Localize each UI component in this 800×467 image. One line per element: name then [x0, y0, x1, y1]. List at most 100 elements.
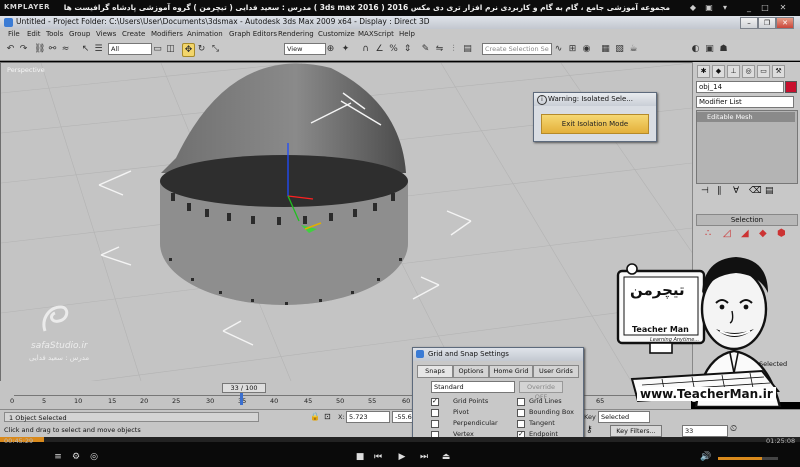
menu-create[interactable]: Create — [122, 30, 145, 38]
select-by-name-icon[interactable]: ☰ — [93, 43, 104, 55]
quick-render-icon[interactable]: ☕ — [628, 43, 639, 55]
align-icon[interactable]: ⫶ — [448, 43, 459, 55]
rect-selection-icon[interactable]: ▭ — [152, 43, 163, 55]
undo-icon[interactable]: ↶ — [5, 43, 16, 55]
seek-bar[interactable] — [0, 437, 800, 442]
stack-item-editable-mesh[interactable]: Editable Mesh — [697, 112, 795, 122]
menu-file[interactable]: File — [8, 30, 20, 38]
percent-snap-icon[interactable]: % — [388, 43, 399, 55]
select-object-icon[interactable]: ↖ — [80, 43, 91, 55]
grid-lines-checkbox[interactable] — [517, 398, 525, 406]
warning-dialog-titlebar[interactable]: i Warning: Isolated Sele... — [534, 93, 656, 106]
key-mode-select[interactable]: Selected — [598, 411, 650, 423]
reference-coordinate-select[interactable]: View — [284, 43, 326, 55]
snaps-toggle-icon[interactable]: ∩ — [360, 43, 371, 55]
select-rotate-icon[interactable]: ↻ — [196, 43, 207, 55]
curve-editor-icon[interactable]: ∿ — [553, 43, 564, 55]
modify-tab-icon[interactable]: ◆ — [712, 65, 725, 78]
material-editor-icon[interactable]: ◉ — [581, 43, 592, 55]
player-next-icon[interactable]: ⏭ — [418, 452, 430, 462]
tangent-checkbox[interactable] — [517, 420, 525, 428]
player-menu-icon[interactable]: ▾ — [720, 3, 730, 12]
render-frame-window-icon[interactable]: ▣ — [704, 43, 715, 55]
override-button[interactable]: Override OFF — [519, 381, 563, 401]
menu-group[interactable]: Group — [69, 30, 90, 38]
tab-snaps[interactable]: Snaps — [417, 365, 453, 378]
player-3d-icon[interactable]: ◎ — [88, 452, 100, 462]
player-settings-icon[interactable]: ⚙ — [70, 452, 82, 462]
polygon-subobject-icon[interactable]: ◆ — [759, 228, 767, 239]
key-filters-button[interactable]: Key Filters... — [610, 425, 662, 437]
selection-rollout-header[interactable]: Selection — [696, 214, 798, 226]
activeshade-icon[interactable]: ☗ — [718, 43, 729, 55]
perpendicular-checkbox[interactable] — [431, 420, 439, 428]
x-coordinate-input[interactable]: 5.723 — [346, 411, 390, 423]
create-tab-icon[interactable]: ✱ — [697, 65, 710, 78]
app-close-button[interactable]: ✕ — [776, 17, 794, 29]
redo-icon[interactable]: ↷ — [18, 43, 29, 55]
spinner-snap-icon[interactable]: ⇕ — [402, 43, 413, 55]
modifier-list-select[interactable]: Modifier List — [696, 96, 794, 108]
bounding-box-checkbox[interactable] — [517, 409, 525, 417]
object-name-input[interactable]: obj_14 — [696, 81, 784, 93]
motion-tab-icon[interactable]: ◎ — [742, 65, 755, 78]
menu-animation[interactable]: Animation — [187, 30, 223, 38]
player-play-icon[interactable]: ▶ — [396, 452, 408, 462]
time-config-icon[interactable]: ⏲ — [730, 424, 737, 434]
player-skin-icon[interactable]: ◆ — [688, 3, 698, 12]
tab-user-grids[interactable]: User Grids — [533, 365, 579, 378]
app-minimize-button[interactable]: – — [740, 17, 758, 29]
unlink-icon[interactable]: ⚯ — [47, 43, 58, 55]
menu-customize[interactable]: Customize — [318, 30, 355, 38]
remove-modifier-icon[interactable]: ⌫ — [749, 186, 762, 196]
player-pin-icon[interactable]: ▣ — [704, 3, 714, 12]
link-icon[interactable]: ⛓ — [34, 43, 45, 55]
menu-help[interactable]: Help — [399, 30, 415, 38]
snap-preset-select[interactable]: Standard — [431, 381, 515, 393]
player-minimize-button[interactable]: _ — [744, 3, 754, 12]
pivot-center-icon[interactable]: ⊕ — [325, 43, 336, 55]
viewport-label[interactable]: Perspective — [7, 66, 45, 74]
menu-views[interactable]: Views — [96, 30, 116, 38]
named-selection-set-input[interactable]: Create Selection Se — [482, 43, 552, 55]
manipulate-icon[interactable]: ✦ — [340, 43, 351, 55]
menu-tools[interactable]: Tools — [46, 30, 63, 38]
menu-rendering[interactable]: Rendering — [278, 30, 314, 38]
menu-maxscript[interactable]: MAXScript — [358, 30, 394, 38]
player-maximize-button[interactable]: □ — [760, 3, 770, 12]
display-tab-icon[interactable]: ▭ — [757, 65, 770, 78]
player-playlist-icon[interactable]: ≡ — [52, 452, 64, 462]
mirror-icon[interactable]: ⇋ — [434, 43, 445, 55]
utilities-tab-icon[interactable]: ⚒ — [772, 65, 785, 78]
tab-home-grid[interactable]: Home Grid — [489, 365, 533, 378]
make-unique-icon[interactable]: ∀ — [733, 186, 739, 196]
hierarchy-tab-icon[interactable]: ⊥ — [727, 65, 740, 78]
tab-options[interactable]: Options — [453, 365, 489, 378]
pin-stack-icon[interactable]: ⊣ — [701, 186, 709, 196]
player-stop-icon[interactable]: ■ — [354, 452, 366, 462]
player-volume-icon[interactable]: 🔊 — [700, 452, 712, 462]
face-subobject-icon[interactable]: ◢ — [741, 228, 749, 239]
object-color-swatch[interactable] — [785, 81, 797, 93]
bind-spacewarp-icon[interactable]: ≈ — [60, 43, 71, 55]
exit-isolation-button[interactable]: Exit Isolation Mode — [541, 114, 649, 134]
lock-selection-icon[interactable]: 🔒 — [310, 412, 320, 421]
player-close-button[interactable]: ✕ — [778, 3, 788, 12]
schematic-view-icon[interactable]: ⊞ — [567, 43, 578, 55]
grid-points-checkbox[interactable]: ✓ — [431, 397, 439, 406]
absolute-mode-icon[interactable]: ⊡ — [324, 412, 331, 421]
selection-filter-select[interactable]: All — [108, 43, 152, 55]
select-scale-icon[interactable]: ⤡ — [210, 43, 221, 55]
edge-subobject-icon[interactable]: ◿ — [723, 228, 731, 239]
time-slider[interactable]: 33 / 100 — [222, 383, 266, 393]
environment-icon[interactable]: ◐ — [690, 43, 701, 55]
current-frame-input[interactable]: 33 — [682, 425, 728, 437]
render-setup-icon[interactable]: ▦ — [600, 43, 611, 55]
rendered-frame-icon[interactable]: ▧ — [614, 43, 625, 55]
vertex-subobject-icon[interactable]: ∴ — [705, 228, 711, 239]
pivot-checkbox[interactable] — [431, 409, 439, 417]
edit-named-selection-icon[interactable]: ✎ — [420, 43, 431, 55]
configure-sets-icon[interactable]: ▤ — [765, 186, 774, 196]
menu-modifiers[interactable]: Modifiers — [151, 30, 183, 38]
layer-manager-icon[interactable]: ▤ — [462, 43, 473, 55]
